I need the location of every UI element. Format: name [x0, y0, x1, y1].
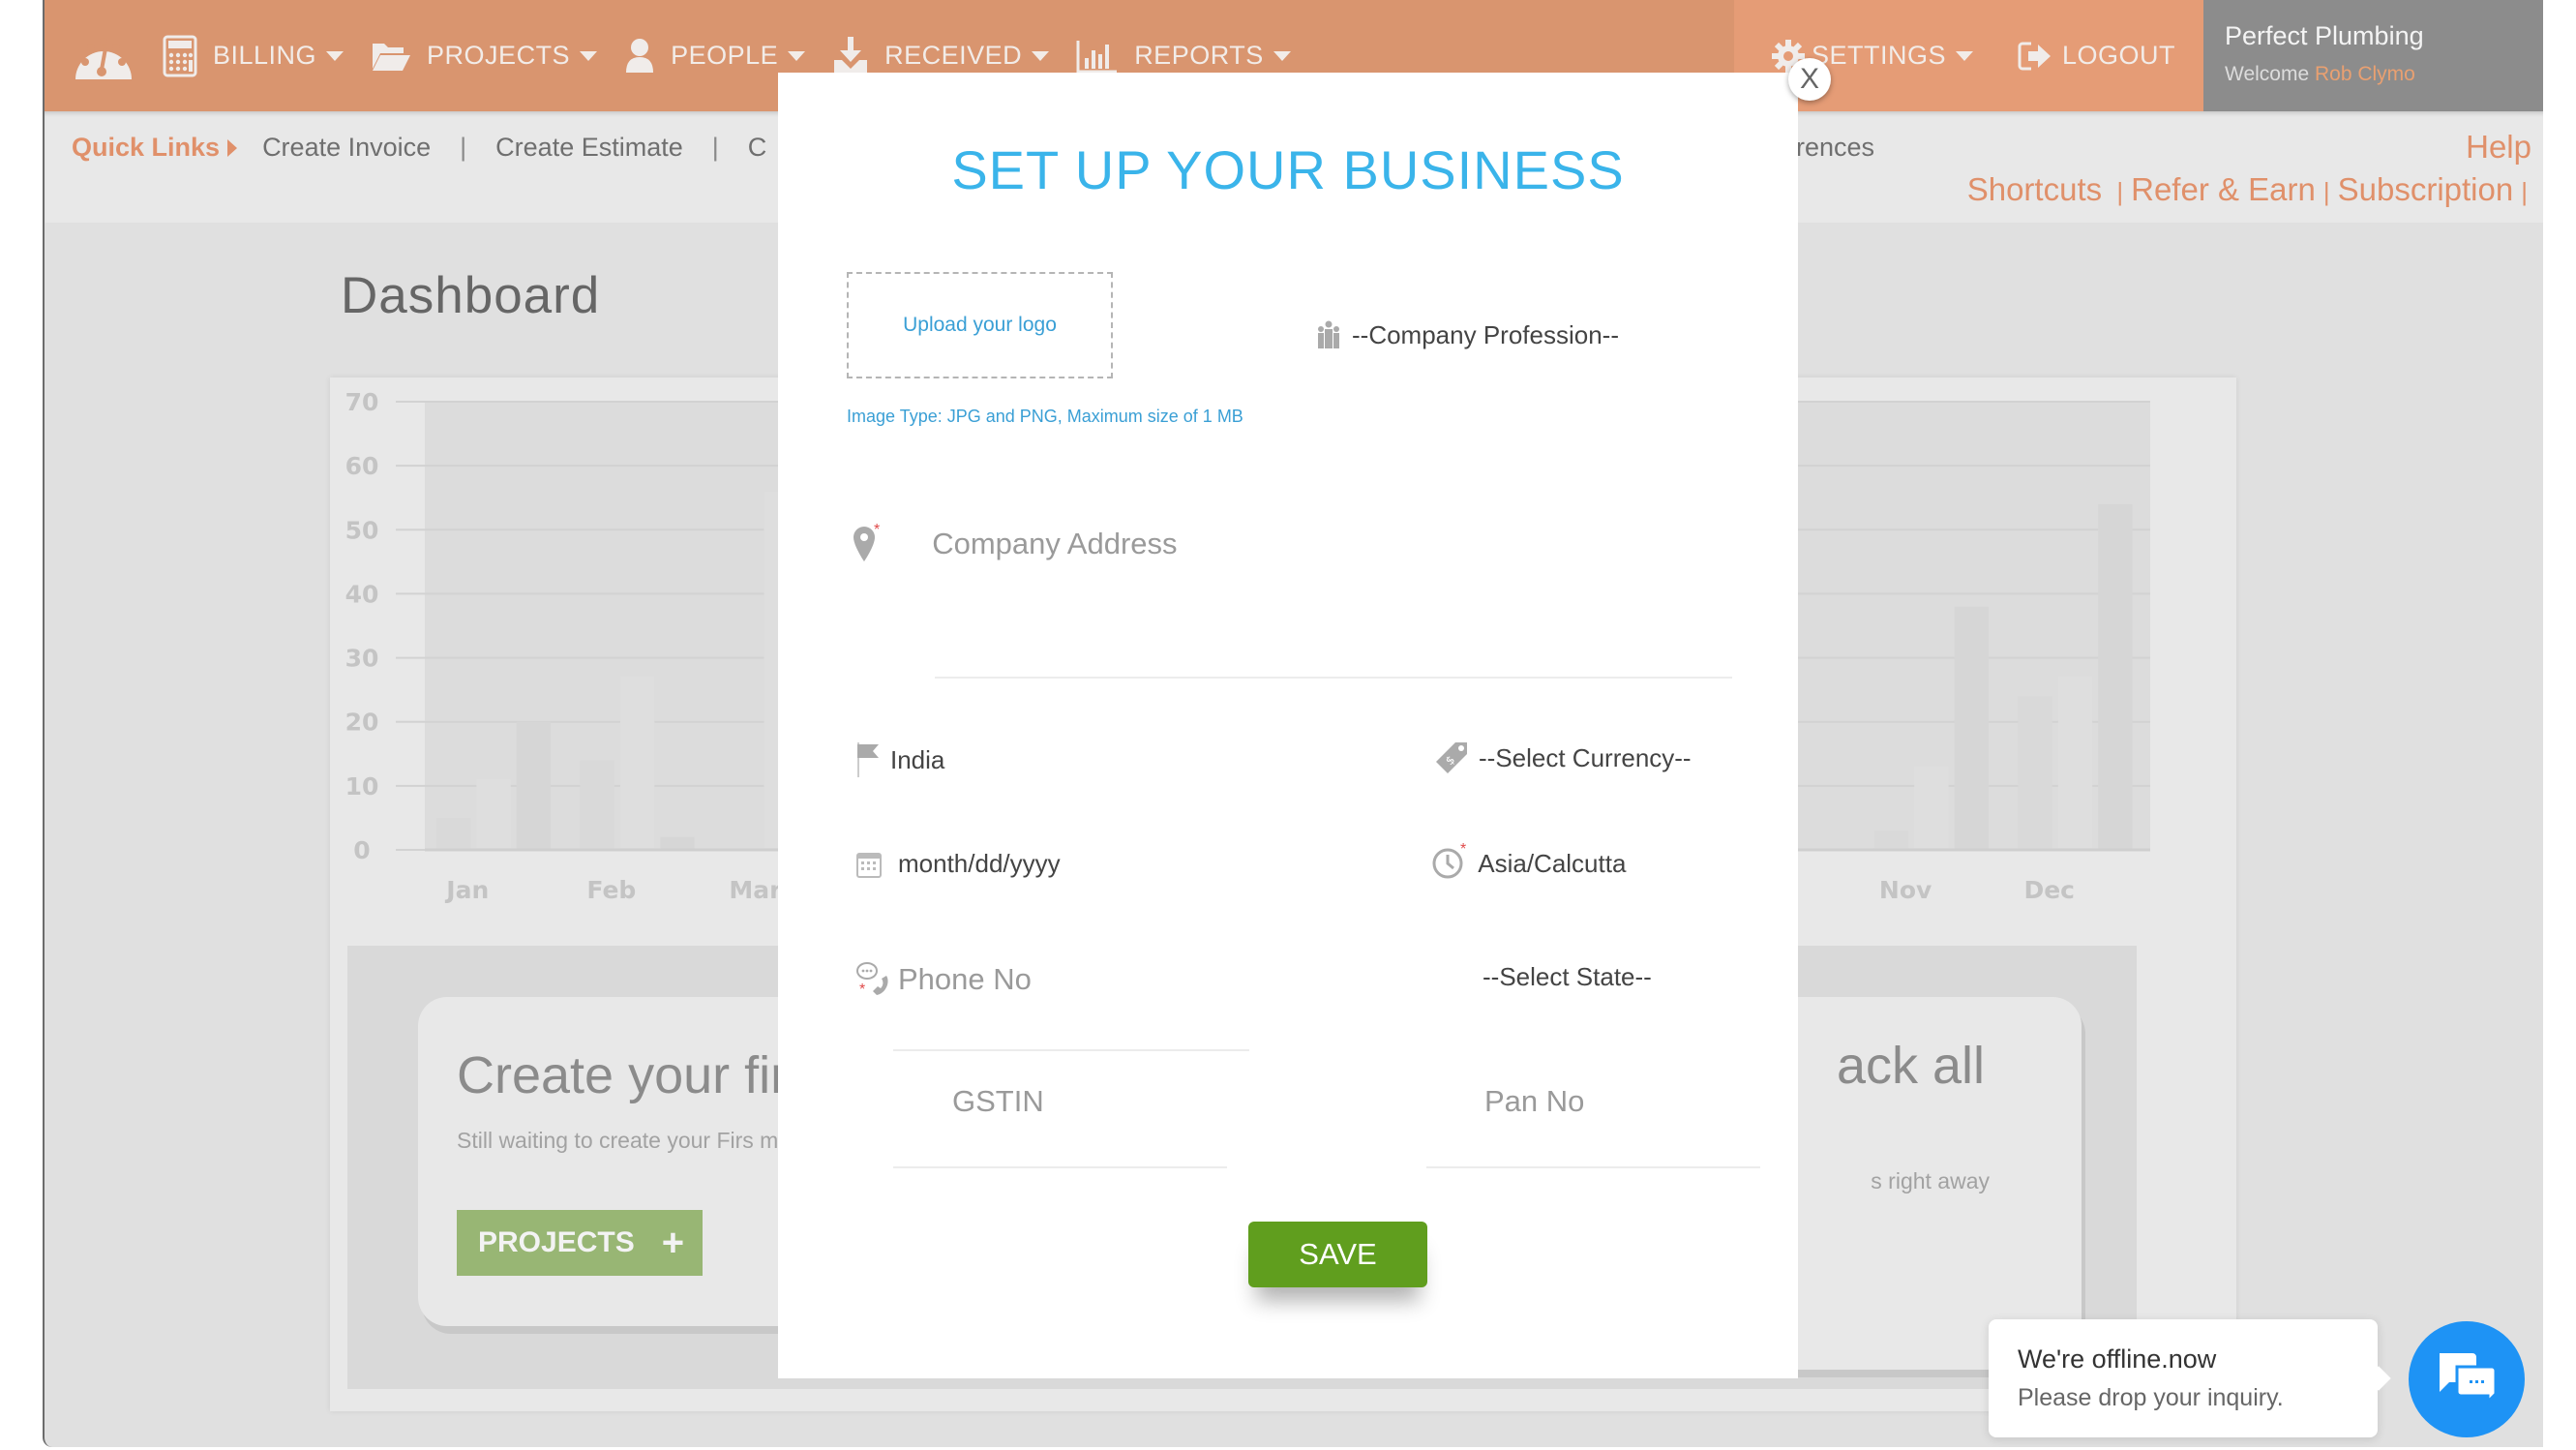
country-select[interactable]: India: [855, 740, 944, 779]
y-tick-label: 0: [353, 836, 370, 864]
x-tick-label: Feb: [586, 876, 636, 904]
gstin-placeholder: GSTIN: [952, 1084, 1044, 1118]
currency-select[interactable]: $ --Select Currency--: [1434, 740, 1692, 775]
chat-bubbles-icon: [2436, 1349, 2498, 1410]
chat-launcher-button[interactable]: [2409, 1321, 2525, 1437]
chart-bar: [2057, 677, 2093, 850]
required-marker: *: [859, 982, 866, 998]
chart-bar: [619, 677, 655, 850]
address-underline: [935, 677, 1732, 679]
chat-status: We're offline.now: [2018, 1344, 2217, 1374]
card-title: ack all: [1836, 1037, 1985, 1095]
y-tick-label: 50: [345, 516, 379, 544]
gstin-underline: [893, 1166, 1227, 1168]
company-address-field[interactable]: * Company Address: [851, 522, 1178, 563]
y-tick-label: 70: [345, 388, 379, 416]
chat-message: Please drop your inquiry.: [2018, 1384, 2284, 1411]
state-value: --Select State--: [1483, 962, 1652, 991]
upload-logo-label: Upload your logo: [903, 314, 1057, 336]
company-address-placeholder: Company Address: [932, 527, 1178, 560]
clock-icon: [1431, 847, 1464, 880]
chat-offline-bubble[interactable]: We're offline.now Please drop your inqui…: [1989, 1319, 2378, 1437]
chart-bar: [1954, 606, 1989, 850]
setup-business-modal: SET UP YOUR BUSINESS Upload your logo Im…: [778, 73, 1798, 1378]
phone-field[interactable]: * Phone No: [854, 960, 1032, 999]
pan-placeholder: Pan No: [1484, 1084, 1585, 1118]
x-tick-label: Dec: [2023, 876, 2075, 904]
modal-title: SET UP YOUR BUSINESS: [951, 139, 1625, 200]
close-icon: X: [1799, 63, 1819, 95]
x-tick-label: Nov: [1879, 876, 1932, 904]
people-group-icon: [1315, 319, 1342, 350]
x-tick-label: Jan: [444, 876, 489, 904]
pan-underline: [1426, 1166, 1760, 1168]
chart-bar: [516, 721, 552, 850]
currency-value: --Select Currency--: [1479, 742, 1692, 772]
plus-icon: +: [661, 1221, 685, 1264]
y-tick-label: 40: [345, 580, 379, 608]
x-tick-label: Mar: [729, 876, 782, 904]
date-field[interactable]: month/dd/yyyy: [855, 849, 1061, 879]
add-project-label: PROJECTS: [478, 1226, 635, 1258]
required-marker: *: [874, 522, 881, 538]
y-tick-label: 20: [345, 709, 379, 737]
company-profession-select[interactable]: --Company Profession--: [1315, 319, 1619, 350]
company-profession-value: --Company Profession--: [1352, 319, 1619, 349]
timezone-value: Asia/Calcutta: [1478, 848, 1627, 878]
card-text: s right away: [1871, 1168, 1990, 1193]
phone-underline: [893, 1049, 1249, 1051]
close-modal-button[interactable]: X: [1788, 58, 1831, 101]
flag-icon: [855, 740, 881, 779]
phone-placeholder: Phone No: [898, 962, 1032, 996]
y-tick-label: 10: [345, 772, 379, 801]
chart-bar: [436, 817, 471, 850]
calendar-icon: [855, 850, 883, 879]
pan-field[interactable]: Pan No: [1484, 1084, 1584, 1119]
chart-bar: [660, 836, 695, 850]
chart-bar: [1914, 767, 1949, 850]
date-placeholder: month/dd/yyyy: [898, 849, 1061, 878]
timezone-select[interactable]: * Asia/Calcutta: [1431, 841, 1627, 880]
add-project-button[interactable]: PROJECTS +: [457, 1210, 703, 1276]
browser-window: BILLING PROJECTS PEOPLE RECEIVED REPORTS: [43, 0, 2543, 1447]
y-tick-label: 30: [345, 645, 379, 673]
chart-bar: [580, 760, 614, 850]
chart-bar: [1873, 831, 1909, 850]
card-title: Create your fir: [457, 1046, 789, 1104]
upload-logo-button[interactable]: Upload your logo: [847, 272, 1113, 378]
gstin-field[interactable]: GSTIN: [952, 1084, 1044, 1119]
upload-hint: Image Type: JPG and PNG, Maximum size of…: [847, 407, 1243, 426]
y-tick-label: 60: [345, 452, 379, 480]
save-button[interactable]: SAVE: [1248, 1222, 1427, 1287]
country-value: India: [890, 744, 945, 774]
state-select[interactable]: --Select State--: [1483, 962, 1652, 992]
chart-bar: [2018, 696, 2052, 850]
chart-bar: [476, 779, 511, 850]
chart-bar: [2098, 503, 2133, 850]
price-tag-icon: $: [1434, 740, 1469, 775]
required-marker: *: [1460, 841, 1467, 858]
